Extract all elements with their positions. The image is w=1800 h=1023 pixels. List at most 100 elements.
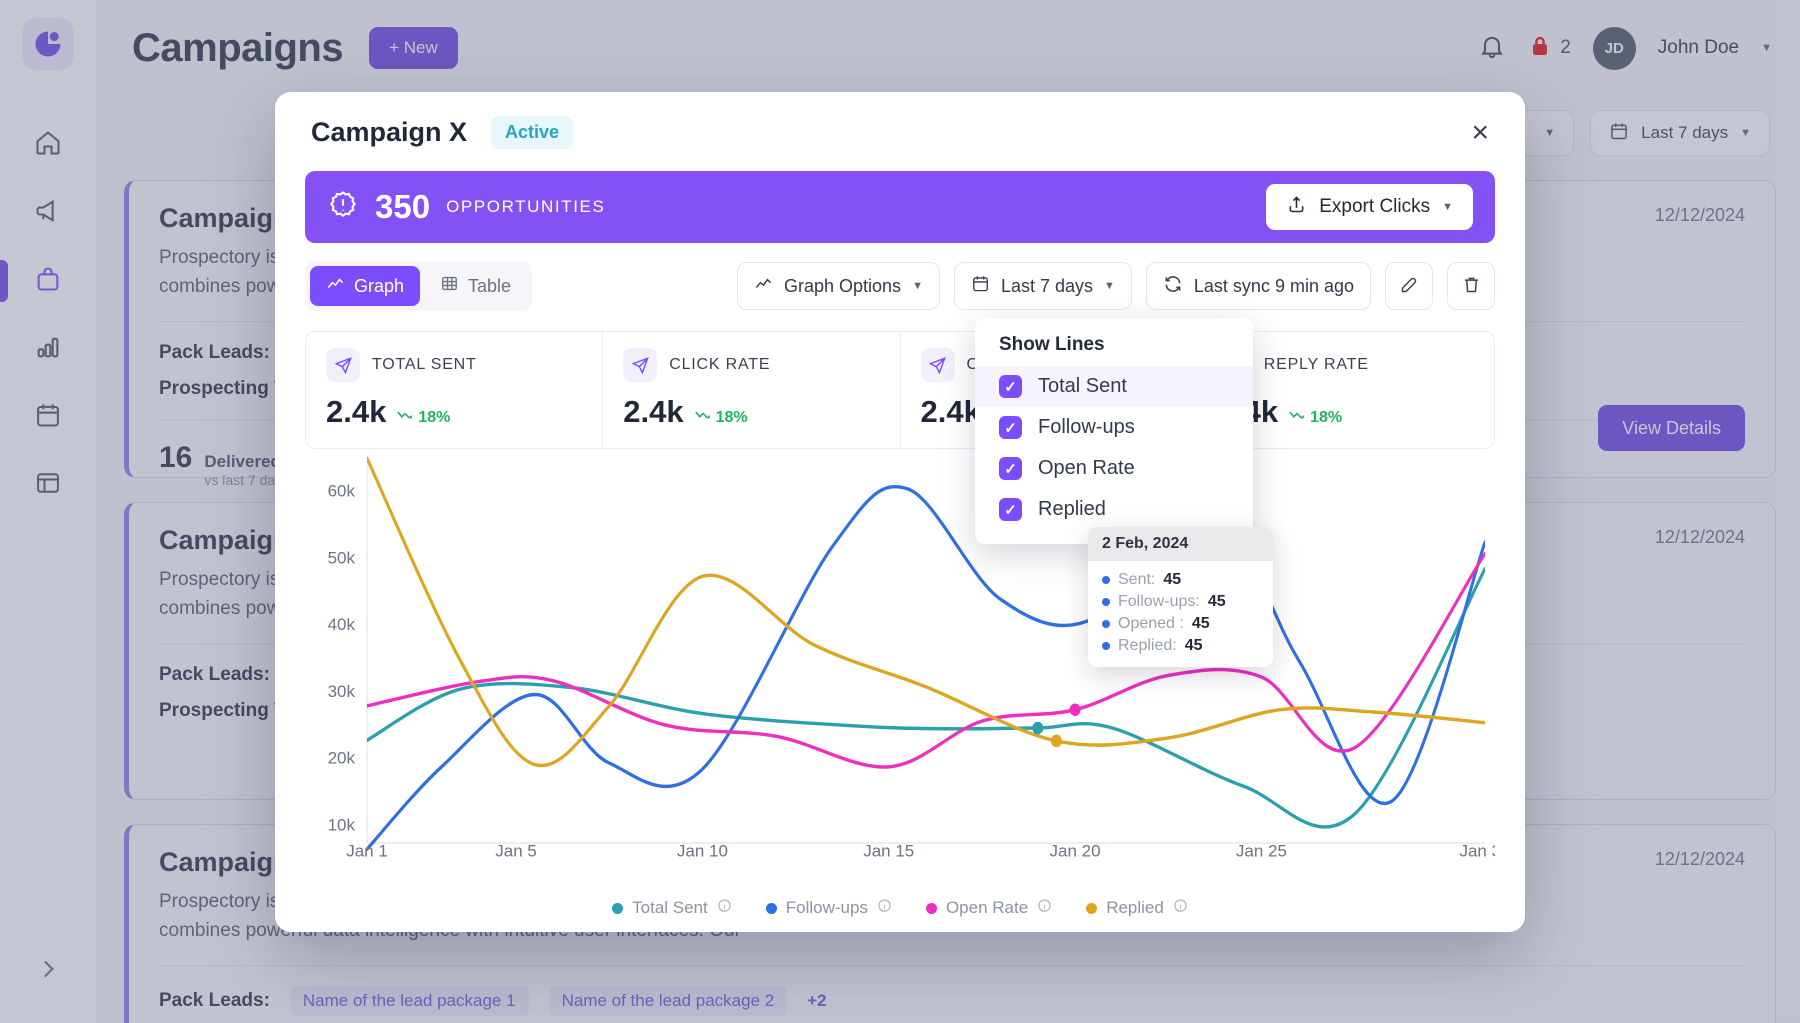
show-lines-option-label: Open Rate	[1038, 457, 1135, 479]
stat-card-row: TOTAL SENT 2.4k 18% CLICK RATE 2.4k 18% …	[305, 331, 1495, 449]
opportunities-label: OPPORTUNITIES	[446, 197, 606, 216]
show-lines-option-open-rate[interactable]: ✓ Open Rate	[975, 448, 1253, 489]
line-chart-icon	[326, 274, 345, 298]
checkbox-checked-icon[interactable]: ✓	[999, 416, 1022, 439]
status-badge: Active	[491, 116, 574, 149]
checkbox-checked-icon[interactable]: ✓	[999, 375, 1022, 398]
tooltip-row-value: 45	[1191, 615, 1210, 632]
show-lines-option-total-sent[interactable]: ✓ Total Sent	[975, 366, 1253, 407]
show-lines-option-replied[interactable]: ✓ Replied	[975, 489, 1253, 530]
series-dot-icon	[765, 902, 777, 914]
svg-text:Jan 25: Jan 25	[1236, 842, 1287, 861]
stat-value: 2.4k	[623, 394, 684, 429]
refresh-icon	[1163, 274, 1183, 299]
legend-label: Replied	[1106, 898, 1164, 917]
tab-table-label: Table	[468, 275, 512, 296]
legend-item-open-rate[interactable]: Open Rate	[925, 898, 1052, 918]
chevron-down-icon: ▼	[1442, 201, 1453, 213]
svg-text:30k: 30k	[328, 682, 356, 701]
chart-toolbar: Graph Table Graph Options ▼ Last 7 days …	[275, 243, 1525, 317]
edit-campaign-button[interactable]	[1385, 262, 1433, 310]
tab-table[interactable]: Table	[424, 266, 527, 306]
export-clicks-label: Export Clicks	[1319, 196, 1431, 217]
chevron-down-icon: ▼	[912, 280, 923, 292]
legend-item-replied[interactable]: Replied	[1086, 898, 1188, 918]
stat-value: 2.4k	[326, 394, 387, 429]
stat-delta-value: 18%	[715, 409, 748, 426]
tooltip-row-label: Sent:	[1118, 571, 1156, 588]
export-clicks-button[interactable]: Export Clicks ▼	[1266, 184, 1473, 230]
graph-options-button[interactable]: Graph Options ▼	[737, 262, 940, 310]
graph-options-label: Graph Options	[784, 275, 902, 296]
series-dot-icon	[925, 902, 937, 914]
stat-delta: 18%	[694, 409, 748, 427]
stat-delta: 18%	[397, 409, 450, 427]
open-icon	[920, 348, 955, 382]
tooltip-date: 2 Feb, 2024	[1088, 527, 1273, 561]
show-lines-option-follow-ups[interactable]: ✓ Follow-ups	[975, 407, 1253, 448]
svg-text:60k: 60k	[328, 482, 356, 501]
upload-icon	[1286, 194, 1307, 221]
svg-text:Jan 1: Jan 1	[346, 842, 388, 861]
tooltip-row: Replied: 45	[1102, 635, 1259, 657]
chart-legend: Total Sent Follow-ups Open Rate Replied	[305, 898, 1495, 918]
line-chart-icon	[754, 274, 773, 298]
alert-badge-icon	[327, 189, 359, 226]
stat-card-total-sent: TOTAL SENT 2.4k 18%	[306, 332, 604, 448]
legend-item-follow-ups[interactable]: Follow-ups	[765, 898, 892, 918]
checkbox-checked-icon[interactable]: ✓	[999, 457, 1022, 480]
info-icon[interactable]	[1173, 898, 1188, 918]
stat-label: TOTAL SENT	[372, 356, 477, 373]
stat-label: REPLY RATE	[1263, 356, 1369, 373]
series-dot-icon	[1102, 620, 1110, 628]
series-dot-icon	[1102, 642, 1110, 650]
date-range-button[interactable]: Last 7 days ▼	[953, 262, 1132, 310]
last-sync-button[interactable]: Last sync 9 min ago	[1145, 262, 1371, 310]
tooltip-row: Opened : 45	[1102, 613, 1259, 635]
show-lines-dropdown[interactable]: Show Lines ✓ Total Sent ✓ Follow-ups ✓ O…	[975, 318, 1253, 544]
legend-label: Total Sent	[632, 898, 708, 917]
send-icon	[326, 348, 360, 382]
show-lines-option-label: Total Sent	[1038, 375, 1127, 397]
trash-icon	[1461, 274, 1482, 298]
campaign-detail-modal: Campaign X Active × 350 OPPORTUNITIES Ex…	[275, 92, 1525, 932]
svg-text:40k: 40k	[328, 615, 356, 634]
svg-text:10k: 10k	[328, 816, 356, 835]
modal-title: Campaign X	[311, 117, 468, 147]
chevron-down-icon: ▼	[1104, 280, 1115, 292]
tooltip-row: Follow-ups: 45	[1102, 591, 1259, 613]
series-dot-icon	[1102, 576, 1110, 584]
info-icon[interactable]	[1037, 898, 1052, 918]
chart-area[interactable]: 10k 20k 30k 40k 50k 60k Jan 1 Jan 5 Jan 10 Jan 15…	[305, 453, 1495, 932]
chart-axis-labels: 10k 20k 30k 40k 50k 60k Jan 1 Jan 5 Jan 10 Jan 15…	[328, 482, 1495, 861]
tooltip-row: Sent: 45	[1102, 569, 1259, 591]
legend-item-total-sent[interactable]: Total Sent	[612, 898, 732, 918]
table-icon	[440, 274, 459, 298]
tooltip-row-label: Replied:	[1118, 637, 1177, 654]
calendar-icon	[971, 274, 990, 298]
delete-campaign-button[interactable]	[1447, 262, 1495, 310]
series-dot-icon	[1086, 902, 1098, 914]
svg-text:Jan 20: Jan 20	[1050, 842, 1101, 861]
date-range-label: Last 7 days	[1000, 275, 1094, 296]
trend-down-icon	[1289, 409, 1305, 427]
view-mode-switch: Graph Table	[305, 261, 533, 311]
tooltip-row-label: Opened :	[1118, 615, 1184, 632]
legend-label: Open Rate	[945, 898, 1029, 917]
show-lines-title: Show Lines	[999, 334, 1105, 355]
edit-icon	[1399, 274, 1420, 298]
info-icon[interactable]	[717, 898, 732, 918]
stat-value: 2.4k	[920, 394, 981, 429]
close-icon[interactable]: ×	[1471, 117, 1489, 148]
svg-text:Jan 10: Jan 10	[677, 842, 728, 861]
stat-delta-value: 18%	[418, 409, 451, 426]
tab-graph-label: Graph	[354, 275, 405, 296]
info-icon[interactable]	[877, 898, 892, 918]
svg-text:50k: 50k	[328, 548, 356, 567]
tooltip-row-label: Follow-ups:	[1118, 593, 1200, 610]
click-icon	[623, 348, 658, 382]
checkbox-checked-icon[interactable]: ✓	[999, 498, 1022, 521]
tab-graph[interactable]: Graph	[310, 266, 421, 306]
stat-card-click-rate: CLICK RATE 2.4k 18%	[603, 332, 901, 448]
tooltip-row-value: 45	[1184, 637, 1203, 654]
